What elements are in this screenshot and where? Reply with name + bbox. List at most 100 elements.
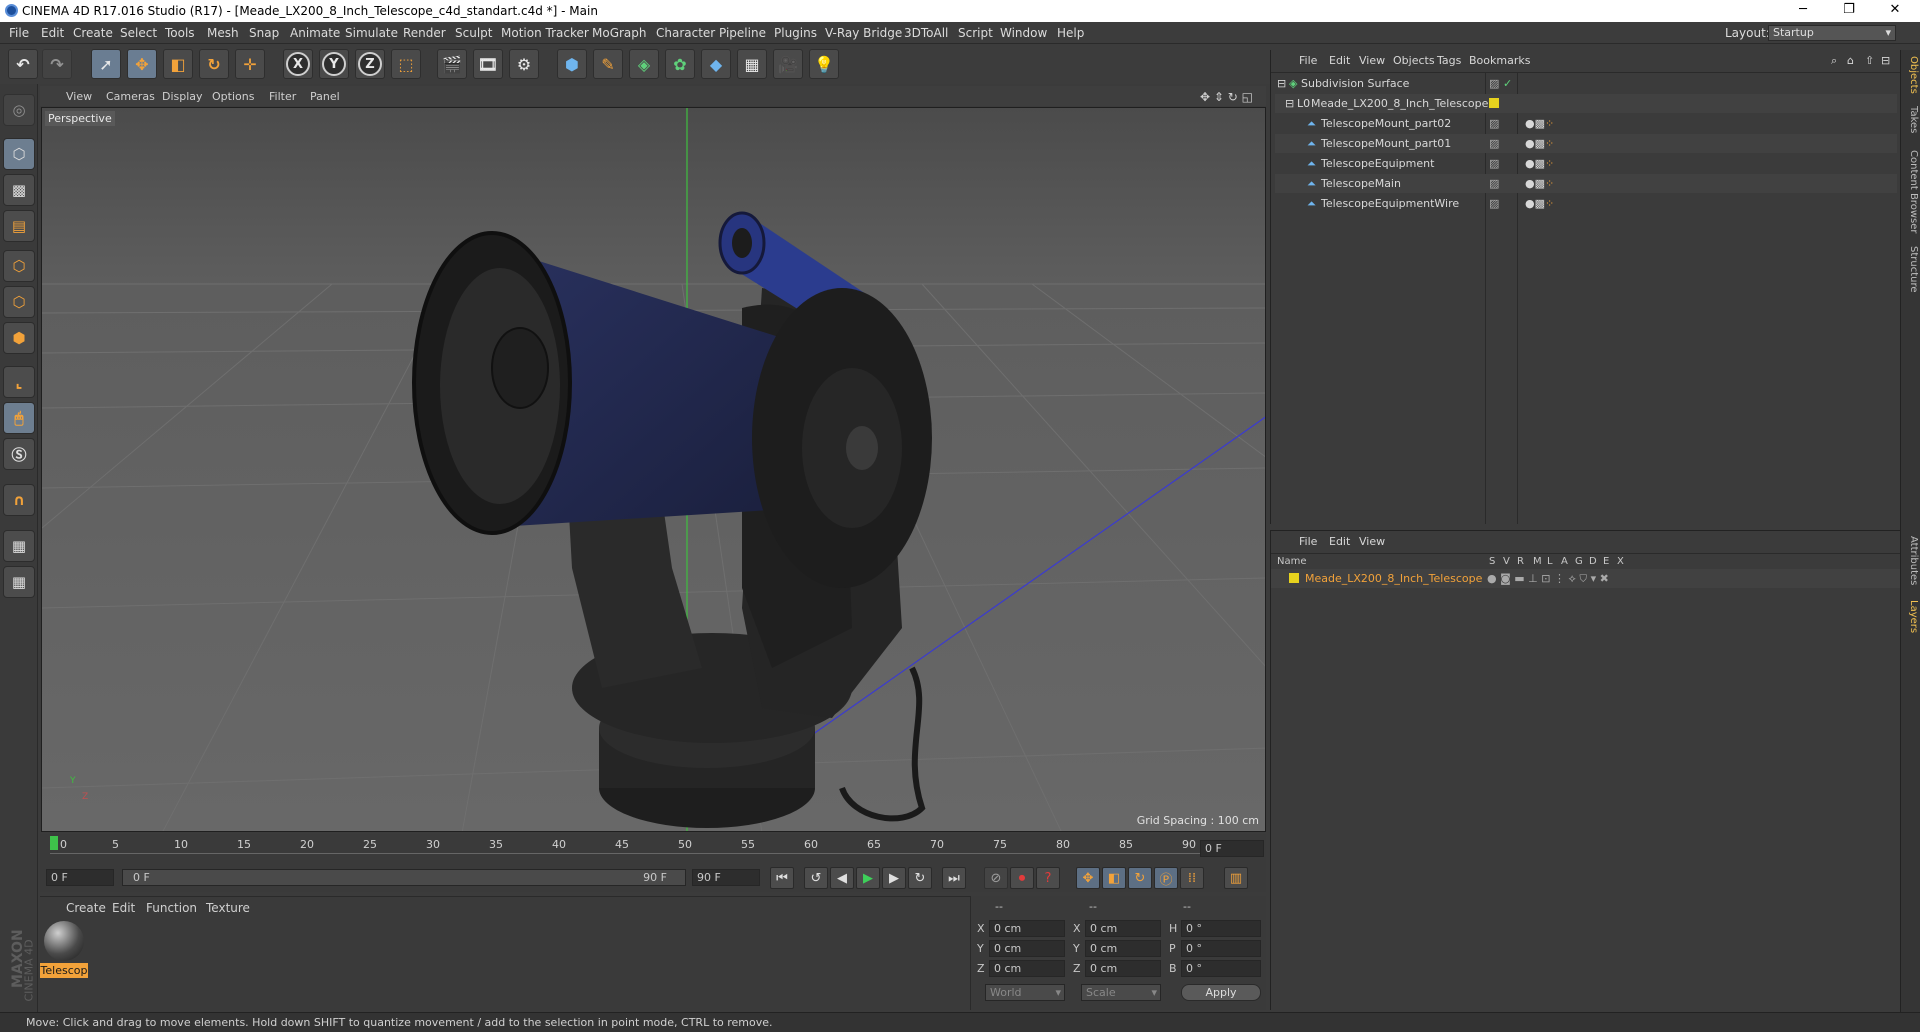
coordinate-system-button[interactable]: ⬚ xyxy=(391,49,421,79)
menu-animate[interactable]: Animate xyxy=(290,26,340,40)
rotation-b-field[interactable]: 0 ° xyxy=(1181,960,1261,977)
z-axis-lock-button[interactable]: Z xyxy=(355,49,385,79)
size-x-field[interactable]: 0 cm xyxy=(1085,920,1161,937)
enabled-check-icon[interactable]: ✓ xyxy=(1503,74,1512,93)
key-rotation-button[interactable]: ↻ xyxy=(1128,867,1152,889)
render-picture-viewer-button[interactable]: 🎞 xyxy=(473,49,503,79)
solo-button[interactable]: Ⓢ xyxy=(3,438,35,470)
tab-content-browser[interactable]: Content Browser xyxy=(1903,150,1919,233)
prev-key-button[interactable]: ↺ xyxy=(804,867,828,889)
menu-sculpt[interactable]: Sculpt xyxy=(455,26,492,40)
menu-snap[interactable]: Snap xyxy=(249,26,279,40)
material-menu-edit[interactable]: Edit xyxy=(112,901,135,915)
material-tag-icon[interactable]: ●▩⁘ xyxy=(1525,194,1554,213)
menu-simulate[interactable]: Simulate xyxy=(345,26,398,40)
workplane-lock-button[interactable]: ▦ xyxy=(3,530,35,562)
next-key-button[interactable]: ↻ xyxy=(908,867,932,889)
play-button[interactable]: ▶ xyxy=(856,867,880,889)
menu-create[interactable]: Create xyxy=(73,26,113,40)
layers-menu-edit[interactable]: Edit xyxy=(1329,535,1350,548)
menu-mograph[interactable]: MoGraph xyxy=(592,26,647,40)
texture-mode-button[interactable]: ▩ xyxy=(3,174,35,206)
axis-mode-button[interactable]: ⌞ xyxy=(3,366,35,398)
objects-menu-bookmarks[interactable]: Bookmarks xyxy=(1469,54,1530,67)
menu-file[interactable]: File xyxy=(9,26,29,40)
rotation-p-field[interactable]: 0 ° xyxy=(1181,940,1261,957)
add-camera-button[interactable]: 🎥 xyxy=(773,49,803,79)
objects-menu-file[interactable]: File xyxy=(1299,54,1317,67)
timeline-window-button[interactable]: ▥ xyxy=(1224,867,1248,889)
key-scale-button[interactable]: ◧ xyxy=(1102,867,1126,889)
polygons-mode-button[interactable]: ⬢ xyxy=(3,322,35,354)
menu-pipeline[interactable]: Pipeline xyxy=(719,26,766,40)
layers-menu-view[interactable]: View xyxy=(1359,535,1385,548)
layer-flags-icons[interactable]: ● ◙ ▬ ⊥ ⊡ ⋮ ⟡ ⛉ ▾ ✖ xyxy=(1487,569,1609,588)
frame-range-slider[interactable]: 0 F 90 F xyxy=(122,869,686,886)
tab-objects[interactable]: Objects xyxy=(1903,56,1919,94)
menu-render[interactable]: Render xyxy=(403,26,446,40)
viewport-menu-view[interactable]: View xyxy=(66,90,92,103)
redo-button[interactable]: ↷ xyxy=(42,49,72,79)
size-y-field[interactable]: 0 cm xyxy=(1085,940,1161,957)
collapse-toggle-icon[interactable]: ⊟ xyxy=(1277,74,1286,93)
position-x-field[interactable]: 0 cm xyxy=(989,920,1065,937)
close-button[interactable]: ✕ xyxy=(1872,2,1918,20)
edges-mode-button[interactable]: ⬡ xyxy=(3,286,35,318)
object-row-main[interactable]: ⏶ TelescopeMain ▨ ●▩⁘ xyxy=(1275,174,1897,193)
material-tag-icon[interactable]: ●▩⁘ xyxy=(1525,174,1554,193)
move-tool-button[interactable]: ✥ xyxy=(127,49,157,79)
menu-motion-tracker[interactable]: Motion Tracker xyxy=(501,26,589,40)
collapse-toggle-icon[interactable]: ⊟ xyxy=(1285,94,1294,113)
step-forward-button[interactable]: ▶ xyxy=(882,867,906,889)
search-icon[interactable]: ⌕ xyxy=(1831,54,1837,68)
menu-script[interactable]: Script xyxy=(958,26,993,40)
up-arrow-icon[interactable]: ⇧ xyxy=(1865,54,1874,67)
coord-mode-select[interactable]: World ▾ xyxy=(985,984,1065,1001)
edit-check-icon[interactable]: ▨ xyxy=(1489,194,1499,213)
add-subdivision-button[interactable]: ◈ xyxy=(629,49,659,79)
material-tag-icon[interactable]: ●▩⁘ xyxy=(1525,114,1554,133)
select-tool-button[interactable]: ➚ xyxy=(91,49,121,79)
object-row-equipment-wire[interactable]: ⏶ TelescopeEquipmentWire ▨ ●▩⁘ xyxy=(1275,194,1897,213)
position-y-field[interactable]: 0 cm xyxy=(989,940,1065,957)
points-mode-button[interactable]: ⬡ xyxy=(3,250,35,282)
menu-plugins[interactable]: Plugins xyxy=(774,26,817,40)
material-tag-icon[interactable]: ●▩⁘ xyxy=(1525,134,1554,153)
start-frame-field[interactable]: 0 F xyxy=(46,869,114,886)
material-tag-icon[interactable]: ●▩⁘ xyxy=(1525,154,1554,173)
apply-button[interactable]: Apply xyxy=(1181,984,1261,1001)
minimize-button[interactable]: ─ xyxy=(1780,2,1826,20)
menu-mesh[interactable]: Mesh xyxy=(207,26,239,40)
viewport-menu-filter[interactable]: Filter xyxy=(269,90,296,103)
menu-help[interactable]: Help xyxy=(1057,26,1084,40)
object-row-equipment[interactable]: ⏶ TelescopeEquipment ▨ ●▩⁘ xyxy=(1275,154,1897,173)
current-frame-field[interactable]: 0 F xyxy=(1200,840,1264,857)
tab-attributes[interactable]: Attributes xyxy=(1903,536,1919,585)
key-pla-button[interactable]: ⁞⁞ xyxy=(1180,867,1204,889)
layers-menu-file[interactable]: File xyxy=(1299,535,1317,548)
material-menu-create[interactable]: Create xyxy=(66,901,106,915)
objects-menu-view[interactable]: View xyxy=(1359,54,1385,67)
layout-select[interactable]: Startup ▾ xyxy=(1768,25,1896,41)
undo-button[interactable]: ↶ xyxy=(8,49,38,79)
panel-options-icon[interactable]: ⊟ xyxy=(1881,54,1890,67)
menu-vray-bridge[interactable]: V-Ray Bridge xyxy=(825,26,902,40)
add-deformer-button[interactable]: ◆ xyxy=(701,49,731,79)
viewport-nav-icons[interactable]: ✥ ⇕ ↻ ◱ xyxy=(1200,90,1253,104)
viewport-camera-label[interactable]: Perspective xyxy=(45,111,115,126)
edit-check-icon[interactable]: ▨ xyxy=(1489,174,1499,193)
viewport-menu-cameras[interactable]: Cameras xyxy=(106,90,155,103)
objects-menu-objects[interactable]: Objects xyxy=(1393,54,1435,67)
add-floor-button[interactable]: ▦ xyxy=(737,49,767,79)
menu-edit[interactable]: Edit xyxy=(41,26,64,40)
home-icon[interactable]: ⌂ xyxy=(1847,54,1854,67)
add-light-button[interactable]: 💡 xyxy=(809,49,839,79)
step-back-button[interactable]: ◀ xyxy=(830,867,854,889)
menu-character[interactable]: Character xyxy=(656,26,715,40)
key-position-button[interactable]: ✥ xyxy=(1076,867,1100,889)
material-thumbnail[interactable] xyxy=(44,921,84,961)
objects-menu-tags[interactable]: Tags xyxy=(1437,54,1461,67)
key-parameter-button[interactable]: Ⓟ xyxy=(1154,867,1178,889)
edit-check-icon[interactable]: ▨ xyxy=(1489,134,1499,153)
material-menu-texture[interactable]: Texture xyxy=(206,901,250,915)
